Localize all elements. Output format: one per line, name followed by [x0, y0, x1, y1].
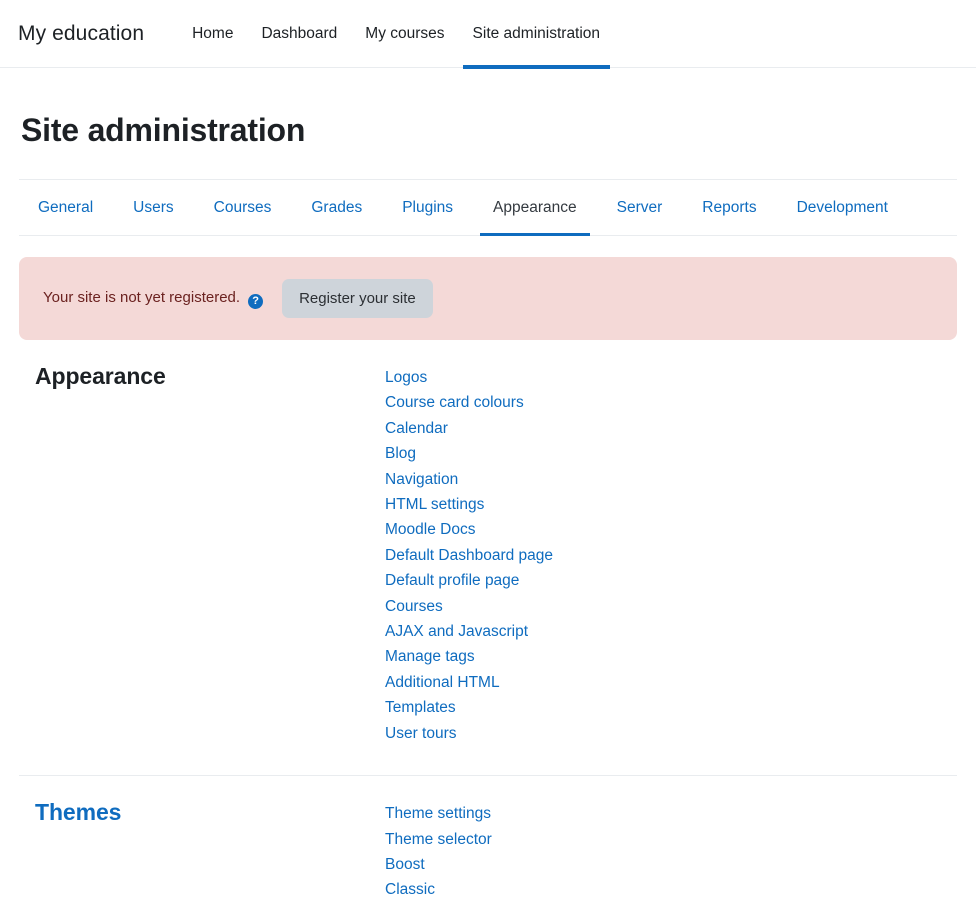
admin-link-additional-html[interactable]: Additional HTML: [385, 670, 553, 695]
admin-link-templates[interactable]: Templates: [385, 695, 553, 720]
site-brand-link[interactable]: My education: [18, 22, 144, 46]
tab-reports[interactable]: Reports: [689, 180, 769, 235]
nav-item-home[interactable]: Home: [182, 0, 243, 68]
admin-link-classic[interactable]: Classic: [385, 877, 492, 902]
admin-link-blog[interactable]: Blog: [385, 441, 553, 466]
tab-development[interactable]: Development: [784, 180, 901, 235]
admin-section: Appearance Logos Course card colours Calend…: [19, 340, 957, 746]
admin-link-user-tours[interactable]: User tours: [385, 721, 553, 746]
alert-message: Your site is not yet registered.?: [43, 288, 264, 309]
admin-link-logos[interactable]: Logos: [385, 365, 553, 390]
tab-plugins[interactable]: Plugins: [389, 180, 466, 235]
admin-link-courses[interactable]: Courses: [385, 594, 553, 619]
tab-server[interactable]: Server: [604, 180, 676, 235]
section-heading-appearance: Appearance: [35, 363, 166, 389]
tab-courses[interactable]: Courses: [201, 180, 285, 235]
admin-link-course-card-colours[interactable]: Course card colours: [385, 390, 553, 415]
primary-navigation: Home Dashboard My courses Site administrati…: [182, 0, 611, 69]
page-inner: Site administration General Users Courses G…: [18, 112, 958, 903]
page-title: Site administration: [21, 112, 306, 148]
section-link-list: Theme settings Theme selector Boost Classic: [385, 798, 492, 903]
page-container: Site administration General Users Courses G…: [0, 112, 976, 903]
admin-link-html-settings[interactable]: HTML settings: [385, 492, 553, 517]
admin-link-boost[interactable]: Boost: [385, 852, 492, 877]
admin-link-default-dashboard-page[interactable]: Default Dashboard page: [385, 543, 553, 568]
alert-message-text: Your site is not yet registered.: [43, 288, 241, 306]
admin-category-tabs: General Users Courses Grades Plugins Appearan…: [19, 180, 957, 236]
register-your-site-button[interactable]: Register your site: [282, 279, 433, 318]
help-circle-icon[interactable]: ?: [248, 293, 264, 309]
nav-item-my-courses[interactable]: My courses: [355, 0, 454, 68]
tab-general[interactable]: General: [25, 180, 106, 235]
tab-grades[interactable]: Grades: [298, 180, 375, 235]
admin-link-navigation[interactable]: Navigation: [385, 467, 553, 492]
site-registration-alert: Your site is not yet registered.? Regist…: [19, 257, 957, 340]
admin-sections: Appearance Logos Course card colours Calend…: [19, 340, 957, 903]
top-navbar: My education Home Dashboard My courses Site…: [0, 0, 976, 69]
admin-link-theme-selector[interactable]: Theme selector: [385, 827, 492, 852]
admin-link-ajax-and-javascript[interactable]: AJAX and Javascript: [385, 619, 553, 644]
nav-item-site-administration[interactable]: Site administration: [462, 0, 611, 69]
admin-section: Themes Theme settings Theme selector Boost C…: [19, 776, 957, 903]
admin-link-moodle-docs[interactable]: Moodle Docs: [385, 517, 553, 542]
admin-link-calendar[interactable]: Calendar: [385, 416, 553, 441]
section-link-list: Logos Course card colours Calendar Blog Navi…: [385, 362, 553, 746]
admin-link-theme-settings[interactable]: Theme settings: [385, 801, 492, 826]
tab-appearance[interactable]: Appearance: [480, 180, 590, 236]
nav-item-dashboard[interactable]: Dashboard: [251, 0, 347, 68]
admin-link-default-profile-page[interactable]: Default profile page: [385, 568, 553, 593]
tab-users[interactable]: Users: [120, 180, 186, 235]
section-heading-themes[interactable]: Themes: [19, 798, 385, 827]
admin-link-manage-tags[interactable]: Manage tags: [385, 644, 553, 669]
